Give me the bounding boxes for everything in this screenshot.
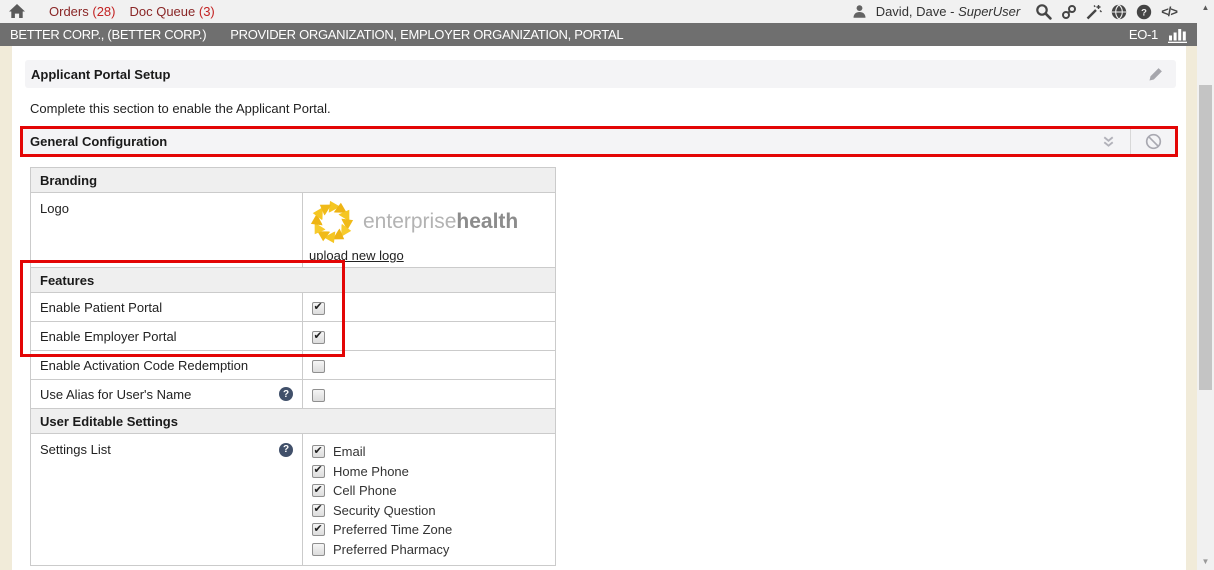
svg-text:?: ? <box>1141 7 1147 18</box>
question-help-icon[interactable]: ? <box>279 387 293 401</box>
home-phone-checkbox[interactable] <box>312 465 325 478</box>
page-header-bar: Applicant Portal Setup <box>25 60 1176 88</box>
user-role: SuperUser <box>958 4 1020 19</box>
logo-sunburst-icon <box>309 199 355 245</box>
upload-new-logo-link[interactable]: upload new logo <box>309 248 404 263</box>
vertical-scrollbar[interactable]: ▲ ▼ <box>1197 0 1214 570</box>
orgbar-right-group: EO-1 <box>1129 27 1189 43</box>
cell-phone-checkbox[interactable] <box>312 484 325 497</box>
page-title: Applicant Portal Setup <box>31 67 170 82</box>
content-panel: Applicant Portal Setup Complete this sec… <box>12 46 1186 570</box>
setting-option-email[interactable]: Email <box>312 442 546 462</box>
code-icon[interactable]: </> <box>1161 4 1177 19</box>
scrollbar-up-arrow-icon[interactable]: ▲ <box>1197 1 1214 15</box>
bar-chart-icon[interactable] <box>1168 27 1189 43</box>
nav-doc-queue-label: Doc Queue <box>129 4 195 19</box>
settings-list-label-cell: Settings List ? <box>31 434 303 566</box>
logo-label: Logo <box>31 193 303 268</box>
setting-option-cell-phone[interactable]: Cell Phone <box>312 481 546 501</box>
email-checkbox[interactable] <box>312 445 325 458</box>
page-background: Applicant Portal Setup Complete this sec… <box>0 46 1197 570</box>
use-alias-checkbox[interactable] <box>312 389 325 402</box>
enable-employer-portal-checkbox[interactable] <box>312 331 325 344</box>
question-help-icon[interactable]: ? <box>279 443 293 457</box>
scrollbar-thumb[interactable] <box>1199 85 1212 390</box>
general-configuration-bar: General Configuration <box>20 126 1178 157</box>
configuration-table: Branding Logo <box>30 167 556 566</box>
feature-label: Enable Employer Portal <box>31 322 303 351</box>
features-header: Features <box>31 268 556 293</box>
enable-activation-code-checkbox[interactable] <box>312 360 325 373</box>
section-title: General Configuration <box>23 134 167 149</box>
nav-doc-queue-count: (3) <box>199 4 215 19</box>
nav-orders-label: Orders <box>49 4 89 19</box>
org-name[interactable]: BETTER CORP., (BETTER CORP.) <box>10 27 206 42</box>
double-chevron-down-icon[interactable] <box>1086 134 1130 149</box>
setting-option-preferred-time-zone[interactable]: Preferred Time Zone <box>312 520 546 540</box>
pencil-icon[interactable] <box>1148 67 1163 82</box>
nav-doc-queue[interactable]: Doc Queue (3) <box>129 4 214 19</box>
user-editable-settings-header: User Editable Settings <box>31 409 556 434</box>
globe-icon[interactable] <box>1111 4 1127 20</box>
setting-option-preferred-pharmacy[interactable]: Preferred Pharmacy <box>312 540 546 560</box>
search-icon[interactable] <box>1035 3 1052 20</box>
wand-icon[interactable] <box>1086 4 1102 20</box>
user-name[interactable]: David, Dave - SuperUser <box>876 4 1021 19</box>
feature-label: Enable Activation Code Redemption <box>31 351 303 380</box>
org-context: PROVIDER ORGANIZATION, EMPLOYER ORGANIZA… <box>230 27 623 42</box>
feature-label: Enable Patient Portal <box>31 293 303 322</box>
link-icon[interactable] <box>1061 4 1077 20</box>
logo-text-light: enterprise <box>363 210 456 233</box>
org-code: EO-1 <box>1129 27 1158 42</box>
nav-orders[interactable]: Orders (28) <box>49 4 115 19</box>
topbar-right-group: David, Dave - SuperUser ? </> <box>852 3 1197 20</box>
setting-option-home-phone[interactable]: Home Phone <box>312 462 546 482</box>
feature-label-with-help: Use Alias for User's Name ? <box>31 380 303 409</box>
enterprise-health-logo: enterprisehealth <box>309 199 549 245</box>
ban-icon[interactable] <box>1131 133 1175 150</box>
home-icon[interactable] <box>9 4 25 19</box>
preferred-pharmacy-checkbox[interactable] <box>312 543 325 556</box>
security-question-checkbox[interactable] <box>312 504 325 517</box>
intro-text: Complete this section to enable the Appl… <box>30 101 331 116</box>
setting-option-security-question[interactable]: Security Question <box>312 501 546 521</box>
organization-bar: BETTER CORP., (BETTER CORP.) PROVIDER OR… <box>0 23 1197 46</box>
settings-list-cell: Email Home Phone Cell Phone Security Que… <box>303 434 556 566</box>
top-utility-bar: Orders (28) Doc Queue (3) David, Dave - … <box>0 0 1197 23</box>
help-icon[interactable]: ? <box>1136 4 1152 20</box>
preferred-time-zone-checkbox[interactable] <box>312 523 325 536</box>
logo-cell: enterprisehealth upload new logo <box>303 193 556 268</box>
nav-orders-count: (28) <box>92 4 115 19</box>
branding-header: Branding <box>31 168 556 193</box>
scrollbar-down-arrow-icon[interactable]: ▼ <box>1197 555 1214 569</box>
user-icon <box>852 4 867 19</box>
section-controls <box>1086 129 1175 154</box>
enable-patient-portal-checkbox[interactable] <box>312 302 325 315</box>
logo-text-bold: health <box>456 210 518 233</box>
